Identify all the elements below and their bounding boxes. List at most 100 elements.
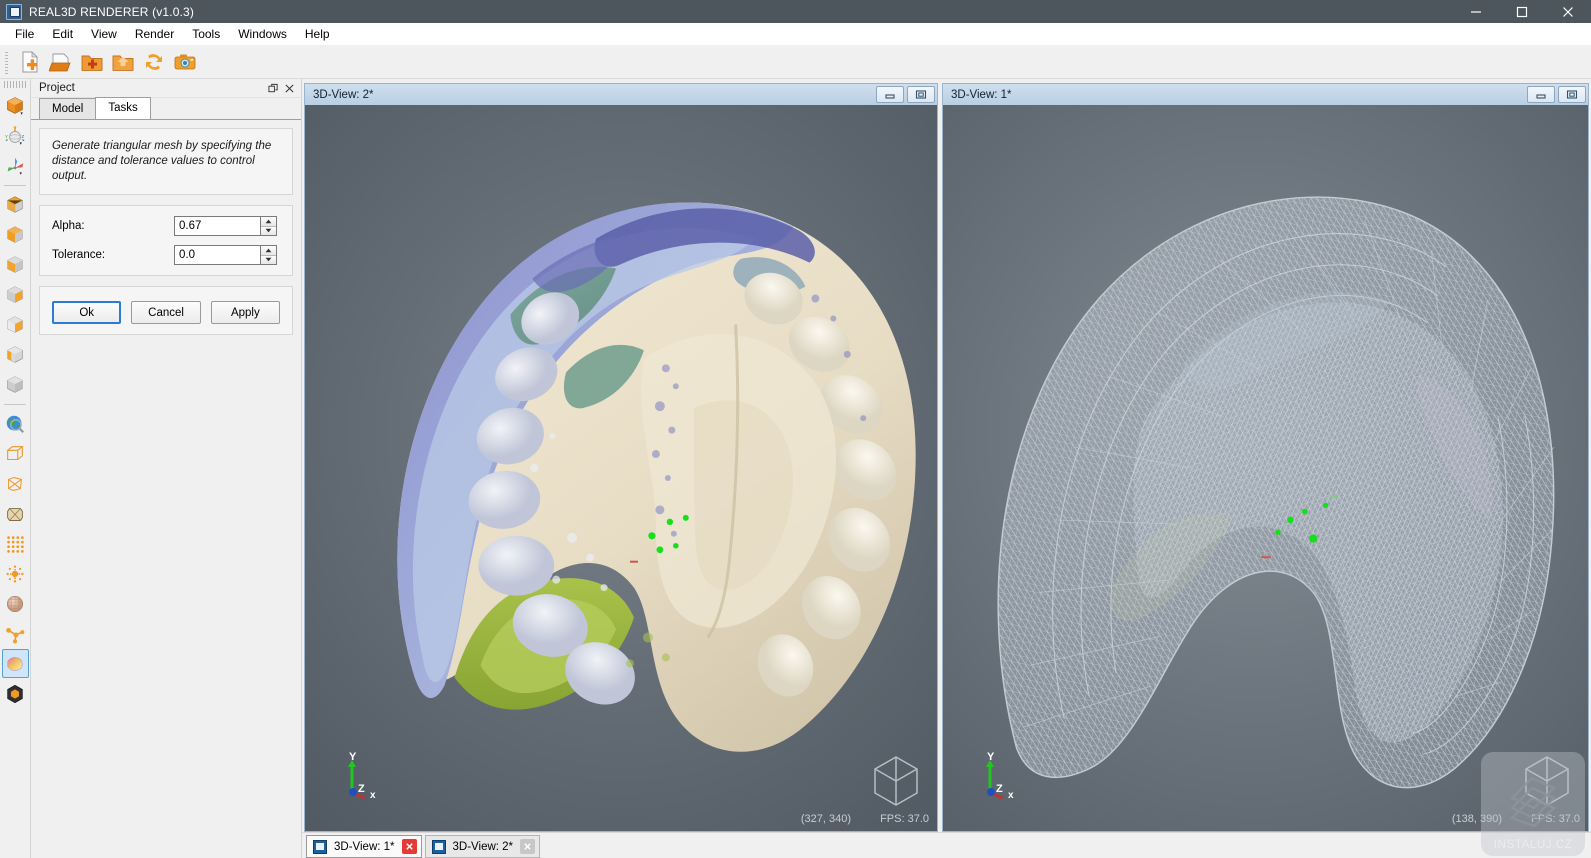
camera-icon[interactable]	[170, 47, 200, 77]
menu-view[interactable]: View	[82, 25, 126, 43]
tab-tasks[interactable]: Tasks	[95, 97, 151, 119]
add-folder-icon[interactable]	[77, 47, 107, 77]
wireframe-box-icon[interactable]	[2, 439, 29, 468]
viewport-1-canvas[interactable]: Y x Z (138, 390) FPS: 37.0	[942, 105, 1589, 832]
action-buttons-group: Ok Cancel Apply	[39, 286, 293, 335]
refresh-icon[interactable]	[139, 47, 169, 77]
axis-triad-icon[interactable]	[2, 151, 29, 180]
wireframe-prism-icon[interactable]	[2, 469, 29, 498]
cancel-button[interactable]: Cancel	[131, 301, 201, 324]
viewport-row: 3D-View: 2* Y x Z (327, 340) FPS: 37.0 3…	[302, 79, 1591, 832]
maximize-icon[interactable]	[1499, 0, 1545, 23]
menu-render[interactable]: Render	[126, 25, 183, 43]
viewport-2-title: 3D-View: 2*	[313, 88, 374, 101]
ok-button[interactable]: Ok	[52, 301, 122, 324]
taskbar-tab-view2-close-icon[interactable]	[520, 839, 536, 854]
tolerance-spin-buttons	[260, 245, 277, 265]
view-cube-widget-2[interactable]	[1520, 753, 1574, 807]
main-area: Y Z Project Model Tasks Generate triangu…	[0, 79, 1591, 858]
voxel-front-icon[interactable]	[2, 310, 29, 339]
orange-cube-icon[interactable]	[2, 91, 29, 120]
minimize-icon[interactable]	[1453, 0, 1499, 23]
taskbar-tab-view1-close-icon[interactable]	[401, 839, 417, 854]
color-gradient-icon[interactable]	[1, 649, 29, 678]
taskbar-tab-view2-label: 3D-View: 2*	[452, 840, 514, 853]
voxel-half-icon[interactable]	[2, 340, 29, 369]
alpha-spin-buttons	[260, 216, 277, 236]
view-window-icon	[313, 839, 327, 854]
textured-sphere-icon[interactable]	[2, 589, 29, 618]
rotate-sphere-icon[interactable]: Y Z	[2, 121, 29, 150]
axis-gizmo-2: Y x Z	[986, 751, 1014, 799]
node-graph-icon[interactable]	[2, 619, 29, 648]
project-panel-title: Project	[39, 82, 75, 94]
tolerance-spin-down-icon[interactable]	[261, 255, 276, 264]
dental-arch-wireframe-model	[997, 196, 1555, 789]
menu-tools[interactable]: Tools	[183, 25, 229, 43]
alpha-field: Alpha:	[52, 216, 280, 236]
view-restore-icon[interactable]	[907, 86, 935, 103]
viewport-1-header: 3D-View: 1*	[942, 83, 1589, 105]
close-icon[interactable]	[1545, 0, 1591, 23]
svg-text:x: x	[1008, 790, 1014, 799]
tolerance-input[interactable]	[174, 245, 260, 265]
tab-model[interactable]: Model	[39, 98, 97, 119]
svg-text:Y: Y	[5, 133, 8, 138]
view-restore-icon-2[interactable]	[1558, 86, 1586, 103]
globe-zoom-icon[interactable]	[2, 409, 29, 438]
float-panel-icon[interactable]	[265, 80, 281, 96]
view-window-icon-2	[431, 839, 446, 854]
viewport-2-header: 3D-View: 2*	[304, 83, 938, 105]
toolbar-grip[interactable]	[4, 49, 11, 74]
view-minimize-icon[interactable]	[876, 86, 904, 103]
viewport-2: 3D-View: 2* Y x Z (327, 340) FPS: 37.0	[304, 83, 938, 832]
alpha-input[interactable]	[174, 216, 260, 236]
menubar: File Edit View Render Tools Windows Help	[0, 23, 1591, 45]
new-file-icon[interactable]	[15, 47, 45, 77]
taskbar-tab-view1[interactable]: 3D-View: 1*	[306, 835, 422, 858]
viewport-1: 3D-View: 1* Y x Z (138, 390) FPS: 37.0	[942, 83, 1589, 832]
close-panel-icon[interactable]	[281, 80, 297, 96]
svg-text:x: x	[370, 790, 376, 799]
open-file-icon[interactable]	[46, 47, 76, 77]
alpha-stepper[interactable]	[174, 216, 277, 236]
hexagon-solid-icon[interactable]	[2, 679, 29, 708]
alpha-spin-down-icon[interactable]	[261, 226, 276, 235]
window-controls	[1453, 0, 1591, 23]
voxel-top-icon[interactable]	[2, 190, 29, 219]
voxel-bottom-icon[interactable]	[2, 220, 29, 249]
svg-text:Z: Z	[21, 133, 24, 138]
shaded-cylinder-icon[interactable]	[2, 499, 29, 528]
viewport-2-fps: FPS: 37.0	[880, 813, 929, 825]
voxel-left-icon[interactable]	[2, 250, 29, 279]
project-panel: Project Model Tasks Generate triangular …	[31, 79, 302, 858]
view-cube-widget[interactable]	[869, 753, 923, 807]
apply-button[interactable]: Apply	[210, 301, 281, 324]
menu-help[interactable]: Help	[296, 25, 339, 43]
voxel-right-icon[interactable]	[2, 280, 29, 309]
viewport-area: 3D-View: 2* Y x Z (327, 340) FPS: 37.0 3…	[302, 79, 1591, 858]
point-burst-icon[interactable]	[2, 559, 29, 588]
tolerance-spin-up-icon[interactable]	[261, 246, 276, 256]
menu-edit[interactable]: Edit	[43, 25, 82, 43]
point-grid-icon[interactable]	[2, 529, 29, 558]
project-tabs: Model Tasks	[31, 97, 301, 120]
menu-file[interactable]: File	[6, 25, 43, 43]
open-folder-icon[interactable]	[108, 47, 138, 77]
viewport-2-canvas[interactable]: Y x Z (327, 340) FPS: 37.0	[304, 105, 938, 832]
voxel-grey-icon[interactable]	[2, 370, 29, 399]
main-toolbar	[0, 45, 1591, 79]
svg-text:Z: Z	[358, 783, 365, 795]
svg-text:Z: Z	[996, 783, 1003, 795]
tolerance-stepper[interactable]	[174, 245, 277, 265]
viewport-1-fps: FPS: 37.0	[1531, 813, 1580, 825]
left-toolbar-grip[interactable]	[4, 81, 26, 88]
toolbar-divider-2	[4, 404, 26, 405]
task-description: Generate triangular mesh by specifying t…	[52, 140, 272, 182]
menu-windows[interactable]: Windows	[229, 25, 296, 43]
taskbar-tab-view2[interactable]: 3D-View: 2*	[424, 835, 541, 858]
dental-arch-shaded-model	[397, 202, 916, 752]
view-minimize-icon-2[interactable]	[1527, 86, 1555, 103]
task-description-group: Generate triangular mesh by specifying t…	[39, 128, 293, 195]
alpha-spin-up-icon[interactable]	[261, 217, 276, 227]
